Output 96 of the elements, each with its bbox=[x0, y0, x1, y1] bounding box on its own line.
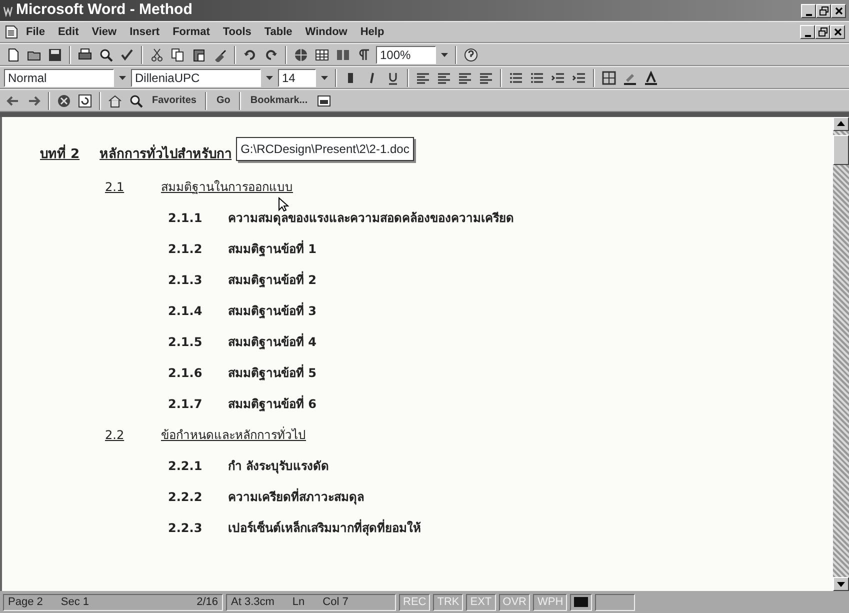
file-path-tooltip: G:\RCDesign\Present\2\2-1.doc bbox=[236, 137, 414, 161]
style-combo[interactable]: Normal bbox=[4, 68, 114, 86]
go-menu[interactable]: Go bbox=[212, 93, 234, 108]
list-icon[interactable] bbox=[530, 70, 544, 84]
refresh-icon[interactable] bbox=[78, 94, 92, 108]
status-panel bbox=[595, 594, 636, 610]
scroll-up-icon[interactable] bbox=[836, 119, 846, 129]
item-number: 2.2.1 bbox=[168, 458, 204, 474]
help-icon[interactable] bbox=[464, 48, 478, 62]
item-number: 2.1.1 bbox=[168, 210, 204, 226]
forward-arrow-icon[interactable] bbox=[27, 94, 41, 108]
section-indicator: Sec 1 bbox=[60, 594, 90, 610]
globe-icon[interactable] bbox=[294, 48, 308, 62]
column-indicator: Col 7 bbox=[322, 594, 348, 610]
font-color-icon[interactable] bbox=[644, 70, 658, 84]
item-number: 2.1.6 bbox=[168, 364, 204, 382]
redo-icon[interactable] bbox=[264, 48, 278, 62]
magnifier-icon[interactable] bbox=[99, 48, 113, 62]
word-logo-icon bbox=[3, 4, 13, 16]
align-icon[interactable] bbox=[479, 70, 493, 84]
check-icon[interactable] bbox=[120, 48, 134, 62]
window-title: Microsoft Word - Method bbox=[16, 0, 192, 20]
menu-item[interactable]: Edit bbox=[52, 24, 84, 40]
font-size-combo[interactable]: 14 bbox=[278, 68, 316, 86]
brush-icon[interactable] bbox=[213, 48, 227, 62]
heading-text: หลักการทั่วไปสำหรับกา bbox=[100, 145, 232, 164]
menu-item[interactable]: Tools bbox=[218, 24, 256, 40]
menu-item[interactable]: View bbox=[86, 24, 122, 40]
back-arrow-icon[interactable] bbox=[6, 94, 20, 108]
indent-icon[interactable] bbox=[551, 70, 565, 84]
indent-icon[interactable] bbox=[572, 70, 586, 84]
item-text: สมมติฐานข้อที่ 3 bbox=[228, 302, 317, 320]
restore-icon[interactable] bbox=[818, 6, 828, 16]
menu-item[interactable]: Format bbox=[168, 24, 215, 40]
item-text: กำ ลังระบุรับแรงดัด bbox=[228, 458, 330, 474]
section-number: 2.2 bbox=[105, 426, 126, 444]
scissors-icon[interactable] bbox=[150, 48, 164, 62]
align-icon[interactable] bbox=[437, 70, 451, 84]
section-title: สมมติฐานในการออกแบบ bbox=[161, 178, 293, 196]
menu-item[interactable]: Window bbox=[300, 24, 352, 40]
scroll-down-icon[interactable] bbox=[836, 579, 846, 589]
bookmark-button[interactable]: Bookmark... bbox=[246, 93, 312, 108]
item-text: สมมติฐานข้อที่ 1 bbox=[228, 240, 317, 258]
position-indicator: At 3.3cm bbox=[231, 594, 274, 610]
close-icon[interactable] bbox=[832, 27, 842, 37]
zoom-combo[interactable]: 100% bbox=[376, 46, 436, 64]
list-icon[interactable] bbox=[509, 70, 523, 84]
heading-number: บทที่ 2 bbox=[40, 145, 80, 164]
save-icon[interactable] bbox=[48, 48, 62, 62]
align-icon[interactable] bbox=[458, 70, 472, 84]
underline-icon[interactable] bbox=[386, 70, 400, 84]
item-number: 2.2.2 bbox=[168, 488, 204, 506]
align-icon[interactable] bbox=[416, 70, 430, 84]
item-text: สมมติฐานข้อที่ 5 bbox=[228, 364, 317, 382]
menu-item[interactable]: File bbox=[21, 24, 50, 40]
border-icon[interactable] bbox=[602, 70, 616, 84]
vertical-scrollbar[interactable] bbox=[833, 117, 849, 591]
copy-icon[interactable] bbox=[171, 48, 185, 62]
columns-icon[interactable] bbox=[336, 48, 350, 62]
magnifier-icon[interactable] bbox=[129, 94, 143, 108]
printer-icon[interactable] bbox=[78, 48, 92, 62]
scroll-thumb[interactable] bbox=[833, 135, 849, 165]
document-icon[interactable] bbox=[4, 25, 18, 39]
menu-item[interactable]: Insert bbox=[124, 24, 165, 40]
menu-item[interactable]: Help bbox=[355, 24, 390, 40]
line-indicator: Ln bbox=[292, 594, 305, 610]
favorites-menu[interactable]: Favorites bbox=[148, 93, 200, 108]
section-title: ข้อกำหนดและหลักการทั่วไป bbox=[161, 426, 306, 444]
pilcrow-icon[interactable] bbox=[357, 48, 371, 62]
mouse-pointer-icon bbox=[278, 197, 289, 212]
item-text: สมมติฐานข้อที่ 4 bbox=[228, 332, 317, 350]
page-count: 2/16 bbox=[196, 594, 218, 610]
item-text: สมมติฐานข้อที่ 6 bbox=[228, 394, 317, 412]
item-number: 2.1.5 bbox=[168, 334, 204, 350]
page-indicator: Page 2 bbox=[8, 594, 43, 610]
item-text: ความสมดุลของแรงและความสอดคล้องของความเครียด bbox=[228, 210, 514, 226]
menu-item[interactable]: Table bbox=[259, 24, 298, 40]
document-map-icon[interactable] bbox=[316, 94, 331, 108]
item-number: 2.1.2 bbox=[168, 240, 204, 258]
paste-icon[interactable] bbox=[192, 48, 206, 62]
item-number: 2.1.3 bbox=[168, 272, 204, 288]
home-icon[interactable] bbox=[108, 94, 122, 108]
item-text: ความเครียดที่สภาวะสมดุล bbox=[228, 488, 364, 506]
item-number: 2.1.4 bbox=[168, 302, 204, 320]
table-icon[interactable] bbox=[315, 48, 329, 62]
restore-icon[interactable] bbox=[818, 27, 828, 37]
item-text: สมมติฐานข้อที่ 2 bbox=[228, 270, 317, 288]
close-icon[interactable] bbox=[834, 6, 844, 16]
font-combo[interactable]: DilleniaUPC bbox=[131, 68, 261, 86]
item-number: 2.2.3 bbox=[168, 520, 204, 536]
item-number: 2.1.7 bbox=[168, 396, 204, 412]
undo-icon[interactable] bbox=[243, 48, 257, 62]
stop-icon[interactable] bbox=[57, 94, 71, 108]
item-text: เปอร์เซ็นต์เหล็กเสริมมากที่สุดที่ยอมให้ bbox=[228, 518, 421, 536]
section-number: 2.1 bbox=[105, 178, 126, 196]
new-document-icon[interactable] bbox=[6, 48, 20, 62]
